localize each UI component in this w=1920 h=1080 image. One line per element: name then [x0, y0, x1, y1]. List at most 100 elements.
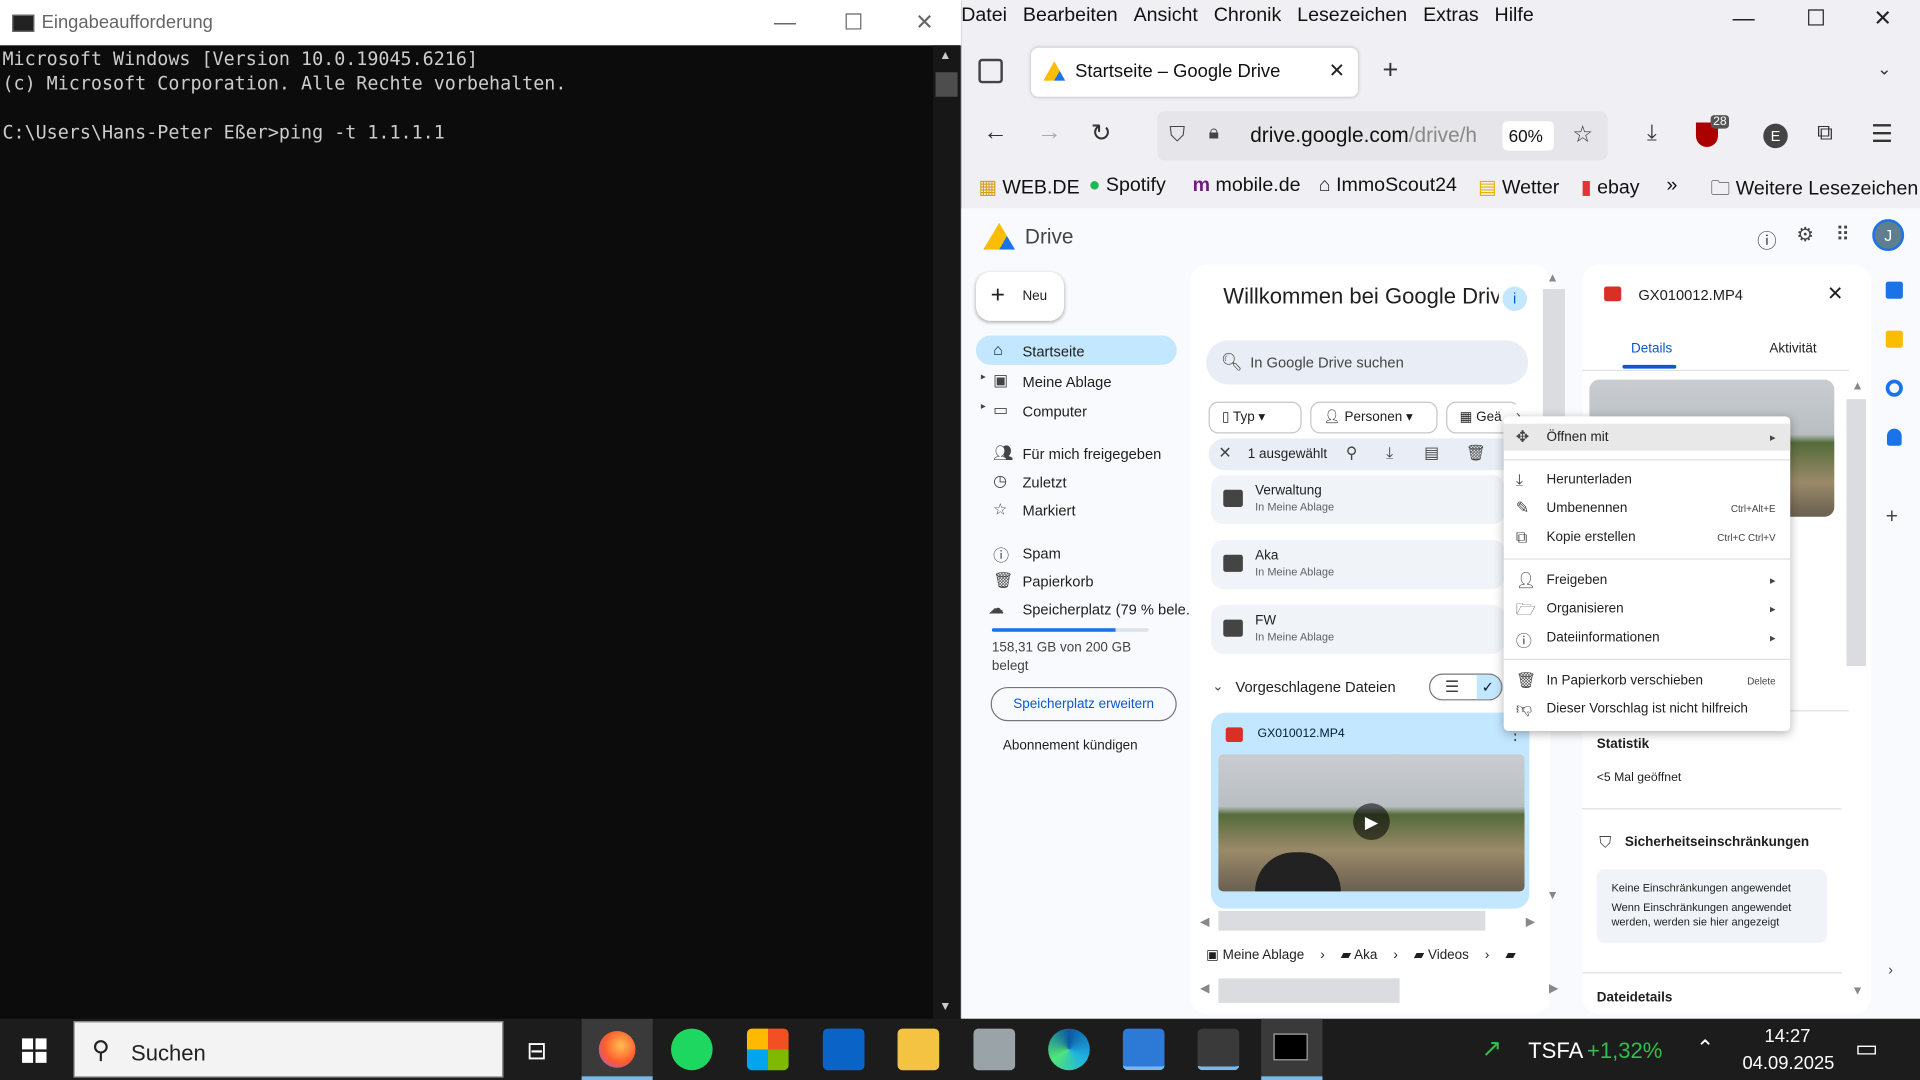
- drive-logo-text[interactable]: Drive: [1025, 225, 1074, 249]
- add-app-icon[interactable]: +: [1886, 504, 1898, 528]
- folder-card[interactable]: FW In Meine Ablage: [1211, 604, 1505, 654]
- folder-card[interactable]: Verwaltung In Meine Ablage: [1211, 475, 1505, 525]
- clear-selection-icon[interactable]: ✕: [1218, 443, 1231, 463]
- tab-list-chevron-icon[interactable]: ⌄: [1877, 59, 1891, 80]
- share-person-icon[interactable]: ⚲: [1346, 443, 1358, 463]
- spotify-icon[interactable]: [671, 1028, 713, 1071]
- outlook-icon[interactable]: [822, 1028, 865, 1071]
- bookmark-webde[interactable]: ▦ WEB.DE: [978, 175, 1079, 199]
- new-tab-icon[interactable]: +: [1382, 54, 1398, 86]
- menu-item-open-with[interactable]: ✥ Öffnen mit ▸: [1503, 423, 1791, 451]
- scroll-right-icon[interactable]: ▶: [1526, 916, 1535, 929]
- details-scrollbar-thumb[interactable]: [1846, 399, 1867, 667]
- taskbar-firefox[interactable]: [581, 1018, 653, 1080]
- task-view-icon[interactable]: ⊟: [527, 1036, 548, 1067]
- menu-item-download[interactable]: ⤓ Herunterladen: [1504, 467, 1791, 494]
- list-view-icon[interactable]: ☰: [1445, 677, 1459, 697]
- scroll-down-icon[interactable]: ▼: [1851, 984, 1863, 997]
- sidebar-item-computer[interactable]: ▸ ▭ Computer: [976, 397, 1177, 424]
- menu-item-copy[interactable]: ⧉ Kopie erstellen Ctrl+C Ctrl+V: [1504, 524, 1791, 551]
- drive-logo-icon[interactable]: [983, 222, 1016, 250]
- back-icon[interactable]: ←: [983, 119, 1007, 147]
- snipping-tool-icon[interactable]: [1197, 1028, 1240, 1071]
- shield-icon[interactable]: ⛉: [1169, 122, 1185, 146]
- vertical-scrollbar-thumb[interactable]: [1542, 288, 1565, 417]
- scroll-up-icon[interactable]: ▲: [1547, 272, 1559, 285]
- url-bar[interactable]: ⛉ 🔒︎ drive.google.com/drive/h 60% ☆: [1157, 111, 1608, 161]
- forward-icon[interactable]: →: [1037, 119, 1061, 147]
- minimize-icon[interactable]: —: [767, 10, 804, 36]
- menu-lesezeichen[interactable]: Lesezeichen: [1297, 5, 1407, 26]
- side-panel-chevron-icon[interactable]: ›: [1888, 961, 1893, 978]
- download-icon[interactable]: ⤓: [1386, 443, 1393, 463]
- bookmark-mobilede[interactable]: m mobile.de: [1193, 175, 1301, 197]
- video-thumbnail[interactable]: ▶: [1218, 754, 1525, 892]
- notepad-icon[interactable]: [973, 1028, 1016, 1071]
- filter-chip-type[interactable]: ▯ Typ ▾: [1208, 401, 1302, 434]
- filter-chip-people[interactable]: 👤︎ Personen ▾: [1310, 401, 1438, 434]
- menu-item-organize[interactable]: 🗁︎ Organisieren ▸: [1504, 595, 1791, 622]
- scroll-up-icon[interactable]: ▲: [939, 49, 951, 62]
- extensions-icon[interactable]: ⧉: [1817, 120, 1833, 146]
- breadcrumb-item[interactable]: Videos: [1428, 948, 1469, 963]
- reload-icon[interactable]: ↻: [1091, 118, 1112, 149]
- apps-grid-icon[interactable]: ⠿: [1836, 223, 1850, 247]
- scroll-left-icon[interactable]: ◀: [1200, 982, 1209, 995]
- bookmark-ebay[interactable]: ▮ ebay: [1581, 175, 1640, 199]
- menu-bearbeiten[interactable]: Bearbeiten: [1023, 5, 1118, 26]
- bookmark-more-folder[interactable]: 🗀︎ Weitere Lesezeichen: [1711, 175, 1919, 208]
- menu-ansicht[interactable]: Ansicht: [1134, 5, 1198, 26]
- bookmark-wetter[interactable]: ▤ Wetter: [1478, 175, 1559, 199]
- tab-close-icon[interactable]: ✕: [1329, 59, 1345, 83]
- zoom-indicator[interactable]: 60%: [1502, 121, 1554, 151]
- play-icon[interactable]: ▶: [1353, 803, 1390, 841]
- scroll-down-icon[interactable]: ▼: [1547, 889, 1559, 902]
- taskbar-cmd[interactable]: [1261, 1018, 1323, 1080]
- clock-time[interactable]: 14:27: [1765, 1026, 1811, 1047]
- sidebar-item-storage[interactable]: ☁ Speicherplatz (79 % bele...: [976, 595, 1198, 622]
- new-button[interactable]: + Neu: [975, 271, 1065, 321]
- maximize-icon[interactable]: ☐: [835, 10, 872, 36]
- notifications-icon[interactable]: ▭: [1855, 1033, 1878, 1064]
- trash-icon[interactable]: 🗑︎: [1466, 443, 1486, 463]
- store-icon[interactable]: [746, 1028, 789, 1071]
- file-explorer-icon[interactable]: [897, 1028, 940, 1071]
- search-input[interactable]: 🔍︎ In Google Drive suchen: [1206, 340, 1529, 385]
- menu-item-trash[interactable]: 🗑︎ In Papierkorb verschieben Delete: [1504, 667, 1791, 694]
- info-icon[interactable]: i: [1502, 286, 1527, 312]
- tasks-app-icon[interactable]: [1885, 379, 1903, 397]
- sidebar-item-my-drive[interactable]: ▸ ▣ Meine Ablage: [976, 367, 1177, 394]
- star-icon[interactable]: ☆: [1572, 121, 1593, 149]
- folder-card[interactable]: Aka In Meine Ablage: [1211, 540, 1505, 589]
- menu-item-file-info[interactable]: ⓘ Dateiinformationen ▸: [1504, 624, 1791, 651]
- tab-overview-icon[interactable]: [978, 58, 1003, 84]
- user-avatar[interactable]: J: [1872, 219, 1905, 252]
- move-icon[interactable]: ▤: [1424, 443, 1439, 463]
- calendar-app-icon[interactable]: [1885, 281, 1903, 299]
- scroll-left-icon[interactable]: ◀: [1200, 916, 1209, 929]
- cmd-scrollbar[interactable]: ▲ ▼: [933, 45, 961, 1019]
- suggested-file-card[interactable]: GX010012.MP4 ⋮ ▶: [1211, 712, 1530, 909]
- bookmark-spotify[interactable]: ● Spotify: [1089, 175, 1166, 197]
- collapse-chevron-icon[interactable]: ⌄: [1212, 678, 1223, 695]
- tab-details[interactable]: Details: [1631, 342, 1672, 357]
- scroll-right-icon[interactable]: ▶: [1549, 982, 1558, 995]
- close-details-icon[interactable]: ✕: [1827, 282, 1843, 306]
- breadcrumb-item[interactable]: Meine Ablage: [1223, 948, 1305, 963]
- clock-date[interactable]: 04.09.2025: [1742, 1053, 1834, 1074]
- scroll-up-icon[interactable]: ▲: [1851, 380, 1863, 393]
- view-toggle[interactable]: ☰ ✓: [1428, 673, 1503, 701]
- menu-item-share[interactable]: 👤︎ Freigeben ▸: [1504, 567, 1791, 594]
- maximize-icon[interactable]: ☐: [1806, 6, 1826, 32]
- windows-start-icon[interactable]: [22, 1038, 47, 1063]
- cancel-subscription-link[interactable]: Abonnement kündigen: [1003, 738, 1138, 753]
- menu-hamburger-icon[interactable]: ☰: [1871, 119, 1893, 150]
- sidebar-item-starred[interactable]: ☆ Markiert: [976, 496, 1177, 523]
- expand-arrow-icon[interactable]: ▸: [981, 371, 986, 382]
- close-icon[interactable]: ✕: [1873, 6, 1891, 32]
- sidebar-item-recent[interactable]: ◷ Zuletzt: [976, 468, 1177, 495]
- menu-hilfe[interactable]: Hilfe: [1495, 5, 1534, 26]
- grid-view-check-icon[interactable]: ✓: [1476, 674, 1502, 700]
- cmd-window[interactable]: Eingabeaufforderung — ☐ ✕ Microsoft Wind…: [0, 0, 962, 1019]
- scroll-down-icon[interactable]: ▼: [939, 1000, 951, 1013]
